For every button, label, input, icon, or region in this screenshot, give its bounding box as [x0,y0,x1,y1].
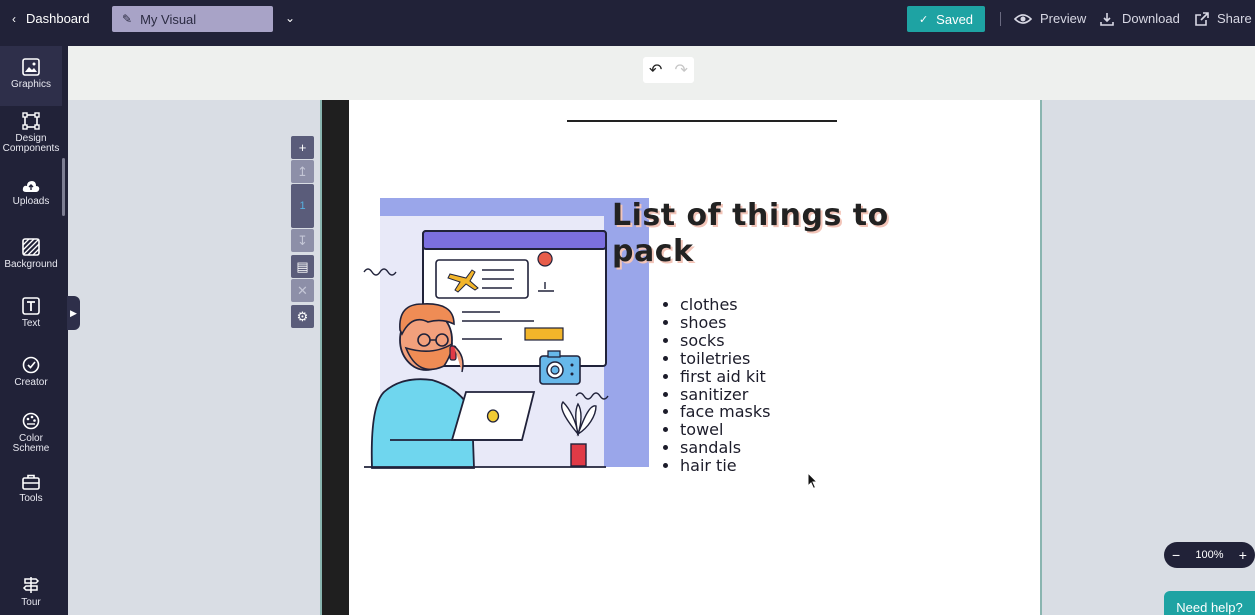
arrow-down-icon: ↧ [297,232,308,248]
list-item: towel [680,421,771,439]
list-item: sanitizer [680,385,771,404]
preview-label: Preview [1040,11,1087,26]
sidebar-item-label: Design Components [2,133,60,154]
dashboard-label: Dashboard [26,11,90,26]
add-page-button[interactable]: + [291,136,314,159]
saved-button[interactable]: ✓ Saved [907,6,985,32]
list-item: toiletries [680,349,771,368]
signpost-icon [22,577,40,593]
need-help-button[interactable]: Need help? [1164,591,1255,615]
mouse-cursor-icon [807,472,819,490]
share-icon [1195,11,1209,26]
download-icon [1100,12,1114,26]
sidebar-item-label: Color Scheme [12,433,50,454]
sidebar-item-label: Tour [21,597,41,608]
sidebar-scrollbar[interactable] [62,158,65,216]
packing-list[interactable]: clothes shoes socks toiletries first aid… [660,296,771,475]
page-settings-button[interactable]: ⚙ [291,305,314,328]
sidebar-item-tools[interactable]: Tools [0,474,62,514]
divider [1000,12,1001,26]
move-page-down-button[interactable]: ↧ [291,229,314,252]
canvas-border-right [1040,100,1042,615]
close-icon: ✕ [297,282,308,298]
undo-icon[interactable]: ↶ [649,60,662,80]
download-button[interactable]: Download [1100,0,1180,37]
chevron-down-icon[interactable]: ⌄ [285,11,295,25]
share-button[interactable]: Share [1195,0,1252,37]
image-icon [22,58,40,76]
palette-icon [22,412,40,430]
dashboard-back-button[interactable]: ‹ Dashboard [12,0,90,37]
list-item: first aid kit [680,367,771,386]
toolbox-icon [22,474,40,490]
page-number[interactable]: 1 [291,184,314,228]
list-item: sandals [680,439,771,457]
page-controls: + ↥ 1 ↧ ▤ ✕ ⚙ [291,136,314,329]
list-item: hair tie [680,457,771,475]
sidebar-item-background[interactable]: Background [0,238,62,278]
move-page-up-button[interactable]: ↥ [291,160,314,183]
list-item: socks [680,331,771,350]
visual-title-field[interactable]: ✎ My Visual [112,6,273,32]
eye-icon [1014,13,1032,24]
zoom-in-button[interactable]: + [1239,547,1247,563]
sidebar-item-creator[interactable]: Creator [0,356,62,396]
components-icon [22,112,40,130]
check-icon: ✓ [918,13,929,26]
plus-icon: + [298,140,307,155]
sidebar-item-label: Uploads [12,196,50,207]
canvas-dark-strip [322,100,349,615]
horizontal-rule[interactable] [567,120,837,122]
sidebar-item-color-scheme[interactable]: Color Scheme [0,412,62,456]
chevron-right-icon: ▶ [70,307,77,318]
rows-icon: ▤ [296,258,309,274]
travel-planning-illustration[interactable] [362,196,652,471]
chevron-left-icon: ‹ [12,11,16,26]
preview-button[interactable]: Preview [1014,0,1086,37]
sidebar-item-text[interactable]: Text [0,297,62,337]
zoom-control: − 100% + [1164,542,1255,568]
sidebar-item-label: Tools [19,493,43,504]
redo-icon[interactable]: ↷ [675,60,688,80]
canvas-heading[interactable]: List of things to pack [612,198,892,270]
zoom-level: 100% [1195,549,1224,561]
list-item: shoes [680,314,771,332]
arrow-up-icon: ↥ [297,163,308,179]
upload-cloud-icon [22,181,40,192]
left-sidebar: Graphics Design Components Uploads Backg… [0,46,68,615]
sidebar-item-label: Background [4,259,58,270]
text-icon [22,297,40,315]
saved-label: Saved [936,11,974,27]
delete-page-button[interactable]: ✕ [291,279,314,302]
creator-icon [22,356,40,374]
top-bar: ‹ Dashboard ✎ My Visual ⌄ ✓ Saved Previe… [0,0,1255,46]
list-item: clothes [680,296,771,314]
page-layout-button[interactable]: ▤ [291,255,314,278]
download-label: Download [1122,11,1180,26]
sidebar-collapse-toggle[interactable]: ▶ [67,296,80,330]
gear-icon: ⚙ [296,308,309,324]
sidebar-item-tour[interactable]: Tour [0,576,62,615]
sidebar-item-label: Text [21,318,41,329]
sidebar-item-label: Graphics [10,79,51,90]
sidebar-item-graphics[interactable]: Graphics [0,46,62,106]
sidebar-item-design-components[interactable]: Design Components [0,112,62,162]
sidebar-item-label: Creator [14,377,48,388]
visual-title: My Visual [140,11,197,27]
zoom-out-button[interactable]: − [1172,547,1180,563]
undo-redo-group: ↶ ↷ [643,57,694,83]
sidebar-item-uploads[interactable]: Uploads [0,179,62,219]
pencil-icon: ✎ [122,12,133,26]
background-icon [22,238,40,256]
list-item: face masks [680,403,771,421]
share-label: Share [1217,11,1252,26]
